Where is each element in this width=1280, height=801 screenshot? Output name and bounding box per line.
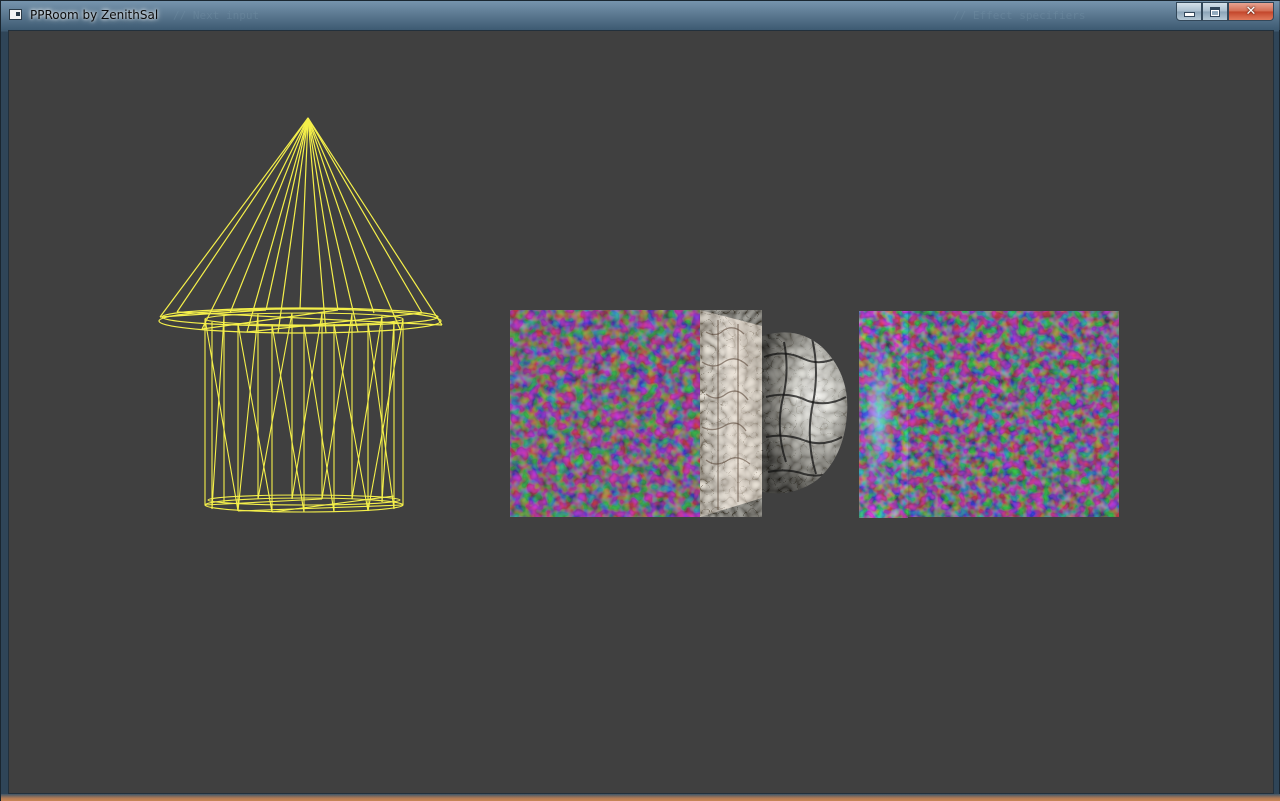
- title-bar[interactable]: PPRoom by ZenithSal // Next input // Eff…: [1, 1, 1280, 30]
- background-code-text: // Next input: [173, 9, 260, 22]
- wireframe-cylinder: [204, 312, 404, 513]
- wireframe-cone-roof: [158, 117, 443, 334]
- textured-cube-left: [510, 310, 762, 517]
- maximize-icon: [1210, 6, 1220, 17]
- close-button[interactable]: ✕: [1228, 2, 1274, 21]
- scene-canvas[interactable]: [9, 31, 1274, 794]
- textured-sphere: [762, 332, 848, 494]
- render-viewport[interactable]: [8, 30, 1274, 794]
- maximize-button[interactable]: [1202, 2, 1228, 21]
- background-code-text: // Effect specifiers: [953, 9, 1086, 22]
- window-title: PPRoom by ZenithSal: [30, 8, 159, 22]
- app-window: PPRoom by ZenithSal // Next input // Eff…: [0, 0, 1280, 801]
- close-icon: ✕: [1245, 4, 1257, 19]
- minimize-button[interactable]: [1176, 2, 1202, 21]
- minimize-icon: [1183, 12, 1195, 17]
- app-window-icon[interactable]: [9, 9, 22, 20]
- textured-cube-right: [859, 311, 1119, 518]
- caption-buttons: ✕: [1176, 2, 1274, 21]
